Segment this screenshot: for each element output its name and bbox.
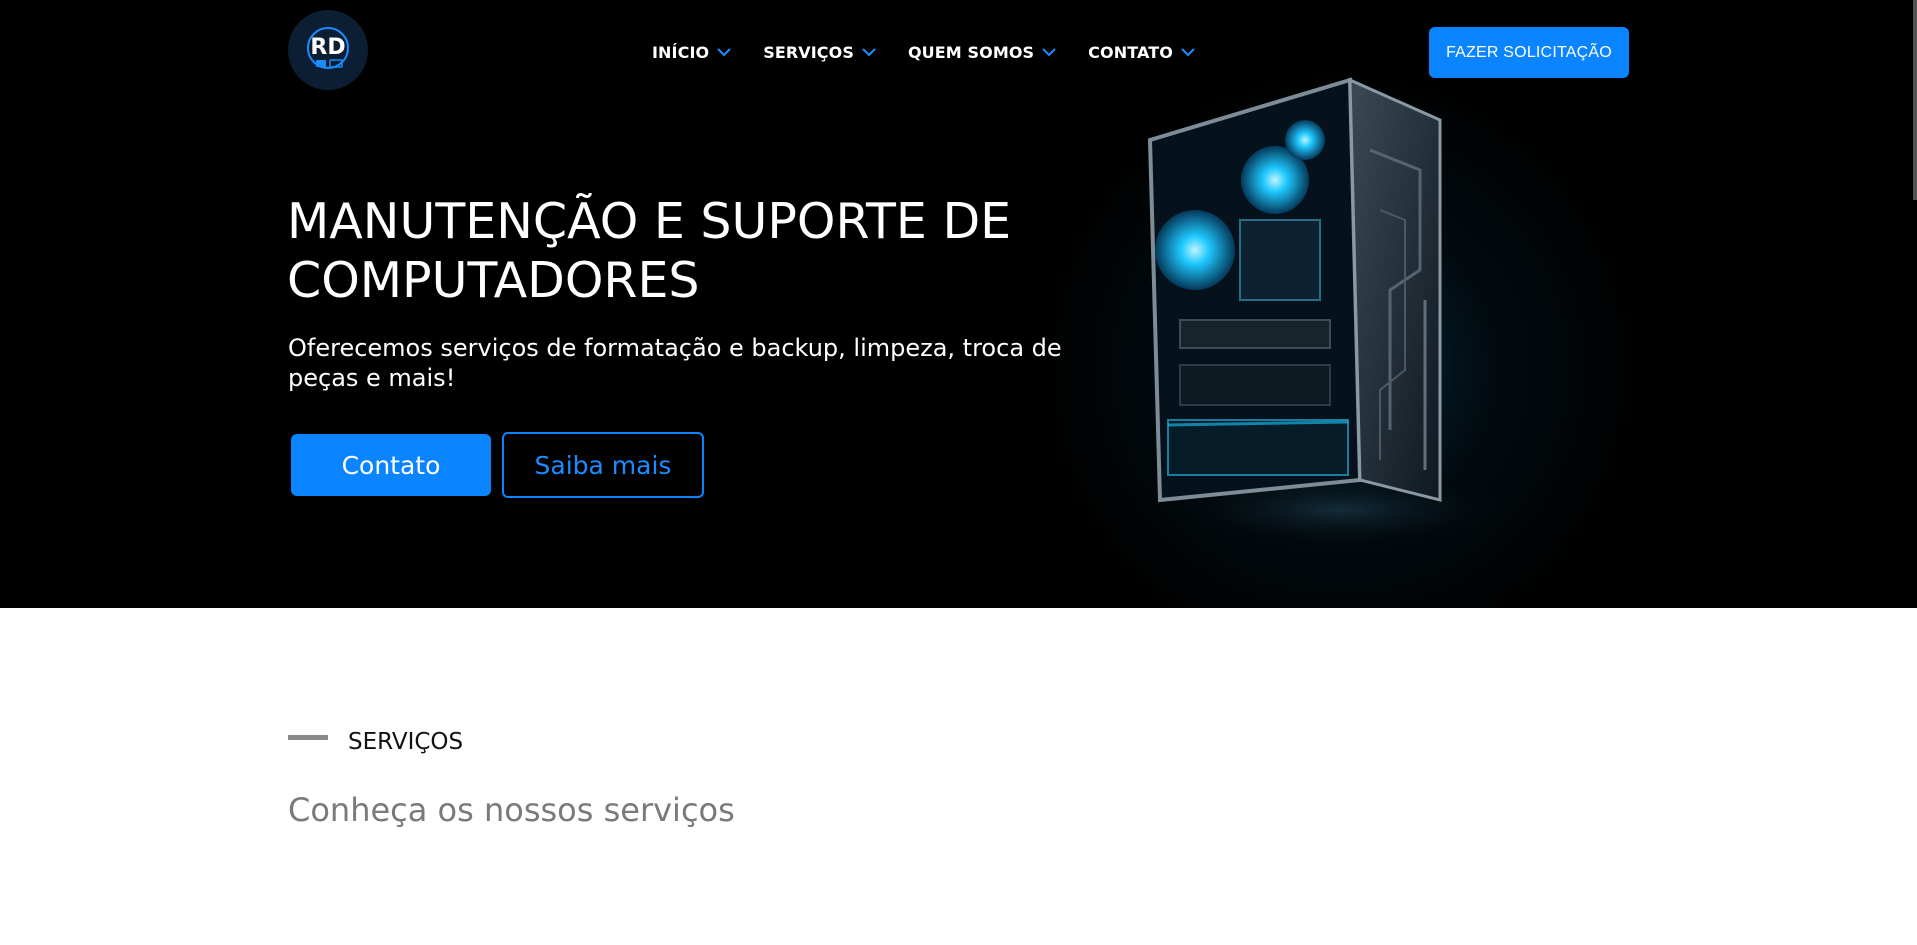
chevron-down-icon xyxy=(717,47,731,57)
hero-section: RD INÍCIO SERVIÇOS QUEM SOMOS CONTATO FA… xyxy=(0,0,1917,608)
page-scrollbar[interactable] xyxy=(1913,0,1917,200)
logo-text: RD xyxy=(310,35,345,60)
chevron-down-icon xyxy=(1181,47,1195,57)
computer-logo-icon: RD xyxy=(307,27,349,69)
nav-item-inicio[interactable]: INÍCIO xyxy=(652,43,731,62)
nav-item-label: INÍCIO xyxy=(652,42,710,62)
nav-item-quem-somos[interactable]: QUEM SOMOS xyxy=(908,43,1056,62)
nav-item-servicos[interactable]: SERVIÇOS xyxy=(763,43,876,62)
pc-tower-image xyxy=(1147,77,1500,550)
logo[interactable]: RD xyxy=(288,10,368,90)
services-title: Conheça os nossos serviços xyxy=(288,791,735,829)
main-nav: INÍCIO SERVIÇOS QUEM SOMOS CONTATO xyxy=(652,38,1227,66)
section-divider xyxy=(288,735,328,740)
services-label: SERVIÇOS xyxy=(348,729,464,755)
nav-item-label: QUEM SOMOS xyxy=(907,42,1035,62)
nav-item-label: SERVIÇOS xyxy=(763,42,854,62)
chevron-down-icon xyxy=(862,47,876,57)
chevron-down-icon xyxy=(1042,47,1056,57)
contact-button[interactable]: Contato xyxy=(291,434,491,496)
nav-item-contato[interactable]: CONTATO xyxy=(1088,43,1195,62)
learn-more-button[interactable]: Saiba mais xyxy=(502,432,704,498)
hero-title: MANUTENÇÃO E SUPORTE DE COMPUTADORES xyxy=(287,193,1012,309)
nav-item-label: CONTATO xyxy=(1088,42,1173,62)
hero-subtitle: Oferecemos serviços de formatação e back… xyxy=(288,334,1062,392)
